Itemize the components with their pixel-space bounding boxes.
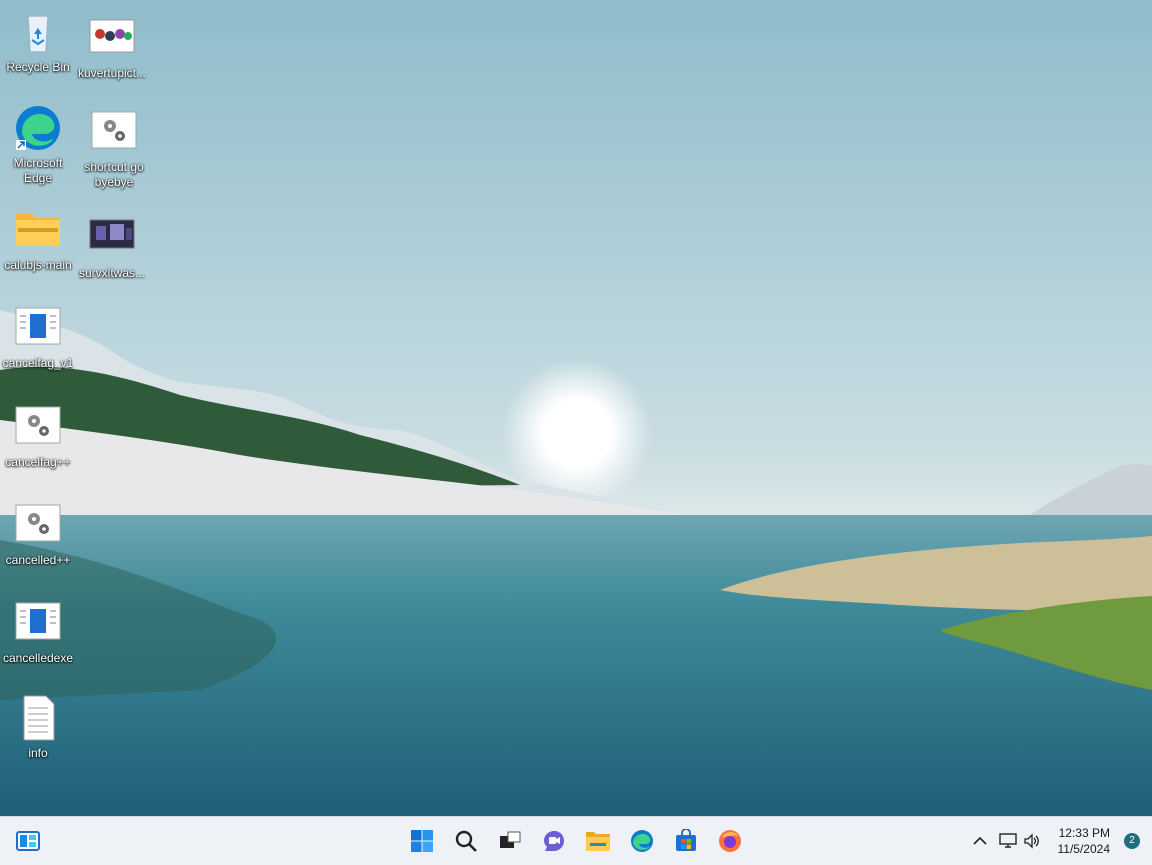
text-file-icon — [23, 695, 55, 741]
desktop-icon-cancelfag-plusplus[interactable]: cancelfag++ — [0, 403, 76, 470]
file-explorer-icon — [586, 832, 610, 851]
volume-icon — [1024, 833, 1039, 849]
desktop-icon-label: info — [28, 746, 48, 760]
desktop-icon-info[interactable]: info — [0, 694, 76, 761]
desktop-icon-microsoft-edge[interactable]: Microsoft Edge — [0, 104, 76, 186]
task-view-button[interactable] — [492, 823, 528, 859]
start-button[interactable] — [404, 823, 440, 859]
widgets-button[interactable] — [10, 823, 46, 859]
edge-taskbar-button[interactable] — [624, 823, 660, 859]
desktop-icon-label: cancelled++ — [5, 553, 71, 567]
desktop-icon-label: calubjs-main — [4, 258, 72, 272]
gear-file-icon — [91, 111, 137, 149]
volume-control[interactable] — [1022, 831, 1042, 851]
folder-zip-icon — [16, 214, 60, 246]
firefox-icon — [719, 830, 741, 852]
file-explorer-button[interactable] — [580, 823, 616, 859]
network-icon — [999, 833, 1017, 848]
gear-file-icon — [15, 406, 61, 444]
network-status[interactable] — [998, 831, 1018, 851]
document-app-icon — [15, 602, 61, 640]
search-icon — [455, 830, 477, 852]
desktop-icon-label: shortcut go byebye — [84, 160, 144, 189]
clock-date: 11/5/2024 — [1057, 842, 1111, 856]
chevron-up-icon — [973, 836, 987, 845]
desktop-icon-label: kuvertupict... — [77, 66, 147, 80]
recycle-bin-icon — [27, 15, 49, 53]
gear-file-icon — [15, 504, 61, 542]
desktop-icon-recycle-bin[interactable]: Recycle Bin — [0, 8, 76, 75]
image-thumbnail-icon — [89, 219, 135, 249]
windows-start-icon — [411, 830, 433, 852]
notification-badge[interactable]: 2 — [1124, 833, 1140, 849]
desktop-icon-calubjs-main[interactable]: calubjs-main — [0, 206, 76, 273]
widgets-icon — [16, 831, 40, 851]
desktop-icon-shortcut-go-byebye[interactable]: shortcut go byebye — [76, 108, 152, 190]
clock-time: 12:33 PM — [1058, 826, 1110, 840]
clock[interactable]: 12:33 PM 11/5/2024 — [1058, 825, 1111, 857]
taskbar: 12:33 PM 11/5/2024 2 — [0, 816, 1152, 865]
desktop-icon-cancelled-plusplus[interactable]: cancelled++ — [0, 501, 76, 568]
desktop-icon-label: survxltwas... — [78, 266, 145, 280]
task-view-icon — [500, 831, 521, 848]
store-button[interactable] — [668, 823, 704, 859]
store-icon — [676, 829, 696, 851]
desktop-icon-cancelledexe[interactable]: cancelledexe — [0, 599, 76, 666]
desktop-icon-kuvertupict[interactable]: kuvertupict... — [74, 14, 150, 81]
desktop-icon-label: Recycle Bin — [6, 60, 70, 74]
chat-button[interactable] — [536, 823, 572, 859]
edge-icon — [631, 830, 653, 852]
desktop-icon-label: Microsoft Edge — [13, 156, 63, 185]
image-thumbnail-icon — [89, 19, 135, 53]
firefox-button[interactable] — [712, 823, 748, 859]
desktop-wallpaper — [0, 0, 1152, 816]
show-hidden-icons-button[interactable] — [970, 831, 990, 851]
desktop-icon-label: cancelfag_v1 — [2, 356, 74, 370]
desktop-icon-survxltwas[interactable]: survxltwas... — [74, 214, 150, 281]
search-button[interactable] — [448, 823, 484, 859]
edge-icon — [16, 106, 60, 150]
document-app-icon — [15, 307, 61, 345]
desktop-icon-cancelfag-v1[interactable]: cancelfag_v1 — [0, 304, 76, 371]
desktop-icon-label: cancelledexe — [2, 651, 74, 665]
chat-icon — [544, 831, 564, 851]
desktop-icon-label: cancelfag++ — [5, 455, 71, 469]
